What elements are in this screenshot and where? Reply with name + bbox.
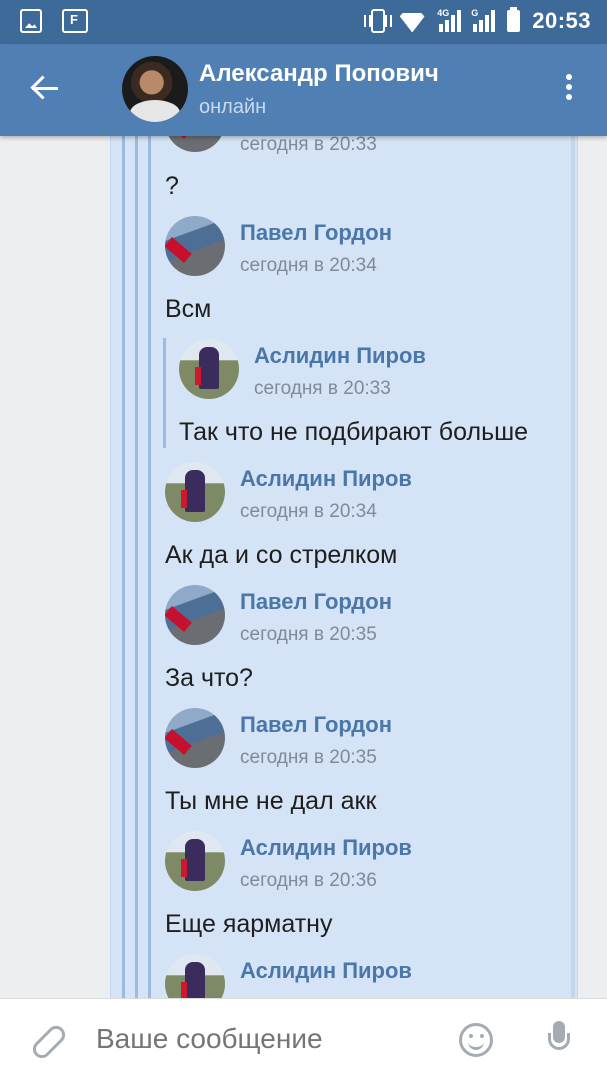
contact-avatar[interactable] <box>122 56 188 122</box>
message-author[interactable]: Павел Гордон <box>240 712 392 738</box>
emoji-icon[interactable] <box>459 1023 493 1057</box>
message-text: Еще яарматну <box>165 910 333 938</box>
message-text: ? <box>165 172 179 200</box>
contact-name[interactable]: Александр Попович <box>199 60 439 88</box>
message-time: сегодня в 20:33 <box>254 378 391 399</box>
avatar[interactable] <box>165 216 225 276</box>
file-notification-icon: F <box>62 9 88 33</box>
contact-status: онлайн <box>199 96 267 118</box>
message-text: Всм <box>165 295 212 323</box>
gallery-notification-icon <box>20 9 42 33</box>
message-text: За что? <box>165 664 253 692</box>
message-time: сегодня в 20:34 <box>240 255 377 276</box>
message-list[interactable]: сегодня в 20:33 ? Павел Гордон сегодня в… <box>0 136 607 998</box>
message-time: сегодня в 20:36 <box>240 870 377 891</box>
avatar[interactable] <box>165 831 225 891</box>
message-text: Ак да и со стрелком <box>165 541 398 569</box>
status-time: 20:53 <box>532 8 591 33</box>
message-composer <box>0 998 607 1080</box>
forward-line <box>148 136 151 998</box>
message-time: сегодня в 20:33 <box>240 136 377 155</box>
back-arrow-icon[interactable] <box>30 72 62 104</box>
chat-header: Александр Попович онлайн <box>0 44 607 136</box>
message-author[interactable]: Аслидин Пиров <box>240 958 412 984</box>
message-text: Ты мне не дал акк <box>165 787 377 815</box>
message-time: сегодня в 20:35 <box>240 747 377 768</box>
wifi-icon <box>397 10 427 32</box>
status-bar: F 4G G 20:53 <box>0 0 607 44</box>
message-time: сегодня в 20:35 <box>240 624 377 645</box>
message-time: сегодня в 20:34 <box>240 501 377 522</box>
network-type-label-2: G <box>471 8 479 18</box>
nested-forward-line <box>163 338 166 448</box>
message-author[interactable]: Павел Гордон <box>240 589 392 615</box>
message-author[interactable]: Аслидин Пиров <box>240 466 412 492</box>
avatar[interactable] <box>165 708 225 768</box>
battery-icon <box>507 7 521 32</box>
signal-4g-icon: 4G <box>437 8 462 32</box>
message-author[interactable]: Аслидин Пиров <box>240 835 412 861</box>
vibrate-icon <box>364 9 393 33</box>
avatar[interactable] <box>165 585 225 645</box>
attach-icon[interactable] <box>32 1023 62 1057</box>
avatar[interactable] <box>179 339 239 399</box>
message-author[interactable]: Аслидин Пиров <box>254 343 426 369</box>
signal-g-icon: G <box>471 8 496 32</box>
microphone-icon[interactable] <box>548 1021 570 1059</box>
forward-line <box>571 136 575 998</box>
message-text: Так что не подбирают больше <box>179 418 529 446</box>
forward-line <box>135 136 138 998</box>
message-input[interactable] <box>96 1023 416 1055</box>
forward-line <box>122 136 125 998</box>
message-author[interactable]: Павел Гордон <box>240 220 392 246</box>
more-options-icon[interactable] <box>566 74 574 104</box>
network-type-label: 4G <box>437 8 450 18</box>
avatar[interactable] <box>165 462 225 522</box>
